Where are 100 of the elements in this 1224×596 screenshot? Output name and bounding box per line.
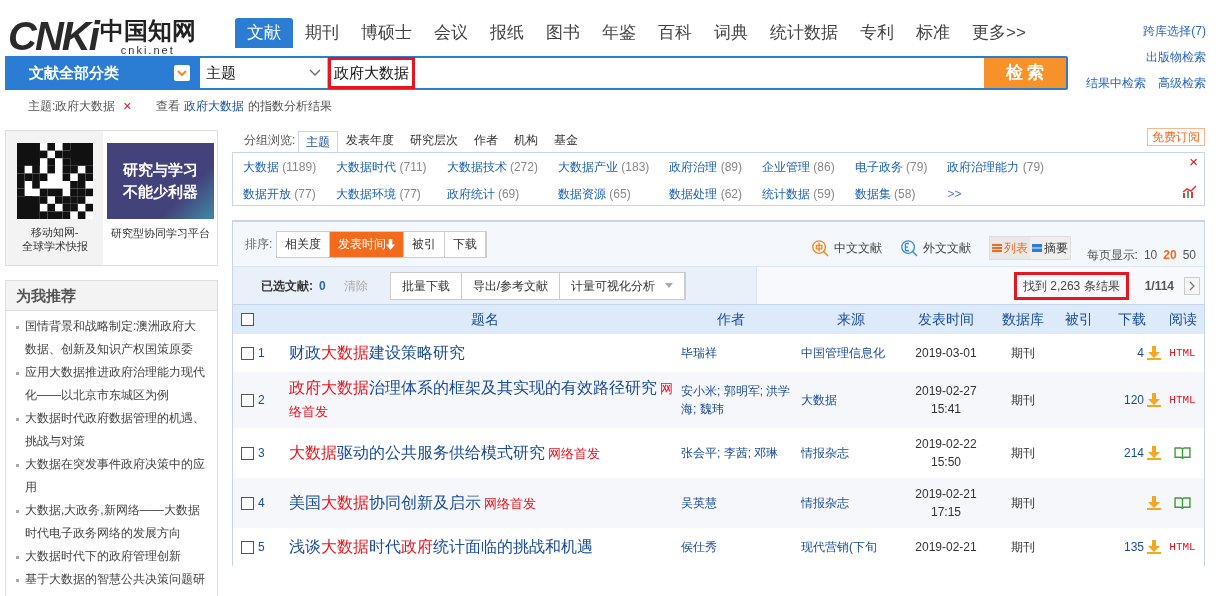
nav-tab[interactable]: 文献 — [235, 18, 293, 48]
language-filter[interactable]: 外文文献 — [899, 239, 971, 257]
group-tab[interactable]: 作者 — [466, 130, 507, 152]
trend-chart-icon[interactable] — [1182, 185, 1198, 199]
row-number: 5 — [258, 539, 265, 556]
checkbox[interactable] — [241, 446, 254, 460]
recommend-link[interactable]: 国情背景和战略制定:澳洲政府大数据、创新及知识产权国策原委 — [25, 315, 207, 361]
topic-tag[interactable]: 政府治理能力 (79) — [947, 158, 1045, 179]
group-tab[interactable]: 发表年度 — [338, 130, 403, 152]
search-input[interactable]: 政府大数据 — [328, 57, 415, 89]
recommend-link[interactable]: 大数据,大政务,新网络——大数据时代电子政务网络的发展方向 — [25, 499, 207, 545]
article-title-link[interactable]: 大数据驱动的公共服务供给模式研究 网络首发 — [289, 441, 677, 465]
topic-tag[interactable]: 数据集 (58) — [854, 184, 928, 205]
nav-tab[interactable]: 报纸 — [480, 18, 534, 48]
html-link[interactable]: HTML — [1169, 344, 1196, 362]
search-within-link[interactable]: 结果中检索 — [1086, 74, 1146, 92]
nav-tab[interactable]: 专利 — [850, 18, 904, 48]
advanced-search-link[interactable]: 高级检索 — [1158, 74, 1206, 92]
next-page-button[interactable] — [1184, 276, 1200, 295]
dropdown-icon[interactable] — [174, 65, 190, 81]
selected-count: 0 — [319, 277, 326, 295]
source-link[interactable]: 情报杂志 — [801, 494, 901, 512]
index-term-link[interactable]: 政府大数据 — [183, 97, 244, 115]
download-count[interactable]: 214 — [1123, 444, 1144, 462]
close-button[interactable]: × — [1189, 153, 1198, 171]
recommend-link[interactable]: 大数据时代下的政府管理创新 — [25, 545, 181, 568]
sort-label: 排序: — [245, 236, 273, 253]
html-link[interactable]: HTML — [1169, 538, 1196, 556]
recommend-link[interactable]: 大数据在突发事件政府决策中的应用 — [25, 453, 207, 499]
source-link[interactable]: 现代营销(下旬 — [801, 538, 901, 556]
source-link[interactable]: 情报杂志 — [801, 444, 901, 462]
book-icon[interactable] — [1174, 446, 1191, 460]
group-tab[interactable]: 研究层次 — [402, 130, 467, 152]
download-count[interactable]: 4 — [1137, 344, 1144, 362]
author-link[interactable]: 安小米; 郭明军; 洪学海; 魏玮 — [681, 382, 801, 418]
nav-tab[interactable]: 更多>> — [962, 18, 1036, 48]
book-icon[interactable] — [1174, 496, 1191, 510]
author-link[interactable]: 张会平; 李茜; 邓琳 — [681, 444, 801, 462]
remove-condition-button[interactable]: × — [123, 95, 132, 117]
nav-tab[interactable]: 会议 — [424, 18, 478, 48]
batch-action-button[interactable]: 导出/参考文献 — [461, 272, 561, 299]
topic-tag[interactable]: 大数据产业 (183) — [557, 158, 650, 179]
nav-tab[interactable]: 标准 — [906, 18, 960, 48]
topic-tag[interactable]: 企业管理 (86) — [762, 158, 835, 179]
nav-tab[interactable]: 期刊 — [295, 18, 349, 48]
recommend-link[interactable]: 大数据时代政府数据管理的机遇、挑战与对策 — [25, 407, 207, 453]
recommend-link[interactable]: 应用大数据推进政府治理能力现代化——以北京市东城区为例 — [25, 361, 207, 407]
topic-tag[interactable]: 数据开放 (77) — [243, 184, 317, 205]
nav-tab[interactable]: 百科 — [648, 18, 702, 48]
html-link[interactable]: HTML — [1169, 391, 1196, 409]
cross-db-link[interactable]: 跨库选择(7) — [1143, 22, 1206, 40]
group-tab[interactable]: 机构 — [506, 130, 547, 152]
author-link[interactable]: 毕瑞祥 — [681, 344, 801, 362]
batch-action-button[interactable]: 计量可视化分析 — [560, 272, 686, 299]
checkbox[interactable] — [241, 393, 254, 407]
nav-tab[interactable]: 年鉴 — [592, 18, 646, 48]
page-size-option[interactable]: 10 — [1143, 246, 1158, 264]
source-link[interactable]: 中国管理信息化 — [801, 344, 901, 362]
field-select[interactable]: 主题 — [200, 58, 328, 88]
topic-tag[interactable]: 大数据环境 (77) — [336, 184, 427, 205]
article-title-link[interactable]: 浅谈大数据时代政府统计面临的挑战和机遇 — [289, 536, 677, 558]
topic-tag[interactable]: 大数据 (1189) — [243, 158, 317, 179]
nav-tab[interactable]: 统计数据 — [760, 18, 848, 48]
nav-tab[interactable]: 图书 — [536, 18, 590, 48]
list-icon — [991, 243, 1002, 253]
author-link[interactable]: 侯仕秀 — [681, 538, 801, 556]
checkbox[interactable] — [241, 346, 254, 360]
group-tab[interactable]: 基金 — [546, 130, 587, 152]
row-number: 2 — [258, 392, 265, 409]
topic-tag[interactable]: 统计数据 (59) — [762, 184, 835, 205]
checkbox[interactable] — [241, 496, 254, 510]
topic-tag[interactable]: 数据处理 (62) — [669, 184, 742, 205]
author-link[interactable]: 吴英慧 — [681, 494, 801, 512]
article-title-link[interactable]: 政府大数据治理体系的框架及其实现的有效路径研究 网络首发 — [289, 377, 677, 423]
article-title-link[interactable]: 财政大数据建设策略研究 — [289, 342, 677, 364]
topic-tag[interactable]: 政府治理 (89) — [669, 158, 742, 179]
batch-action-button[interactable]: 批量下载 — [390, 272, 462, 299]
nav-tab[interactable]: 词典 — [704, 18, 758, 48]
checkbox[interactable] — [241, 313, 254, 326]
view-toggle[interactable]: 摘要 — [1029, 237, 1070, 259]
topic-tag[interactable]: 政府统计 (69) — [446, 184, 538, 205]
topic-tag[interactable]: 数据资源 (65) — [557, 184, 650, 205]
arrow-down-icon — [386, 238, 396, 250]
row-number: 3 — [258, 445, 265, 462]
checkbox[interactable] — [241, 540, 254, 554]
source-link[interactable]: 大数据 — [801, 391, 901, 409]
recommend-link[interactable]: 基于大数据的智慧公共决策问题研 — [25, 568, 205, 591]
publication-search-link[interactable]: 出版物检索 — [1146, 48, 1206, 66]
nav-tab[interactable]: 博硕士 — [351, 18, 422, 48]
category-selector[interactable]: 文献全部分类 — [5, 56, 198, 90]
download-count[interactable]: 120 — [1123, 391, 1144, 409]
language-filter[interactable]: 中文文献 — [810, 239, 882, 257]
group-tab[interactable]: 主题 — [298, 131, 339, 153]
topic-tag[interactable]: 电子政务 (79) — [854, 158, 928, 179]
more-tags-link[interactable]: >> — [947, 184, 1045, 205]
topic-tag[interactable]: 大数据技术 (272) — [446, 158, 538, 179]
topic-tag[interactable]: 大数据时代 (711) — [336, 158, 427, 179]
download-count[interactable]: 135 — [1123, 538, 1144, 556]
page-size-option[interactable]: 50 — [1182, 246, 1196, 264]
article-title-link[interactable]: 美国大数据协同创新及启示 网络首发 — [289, 491, 677, 515]
